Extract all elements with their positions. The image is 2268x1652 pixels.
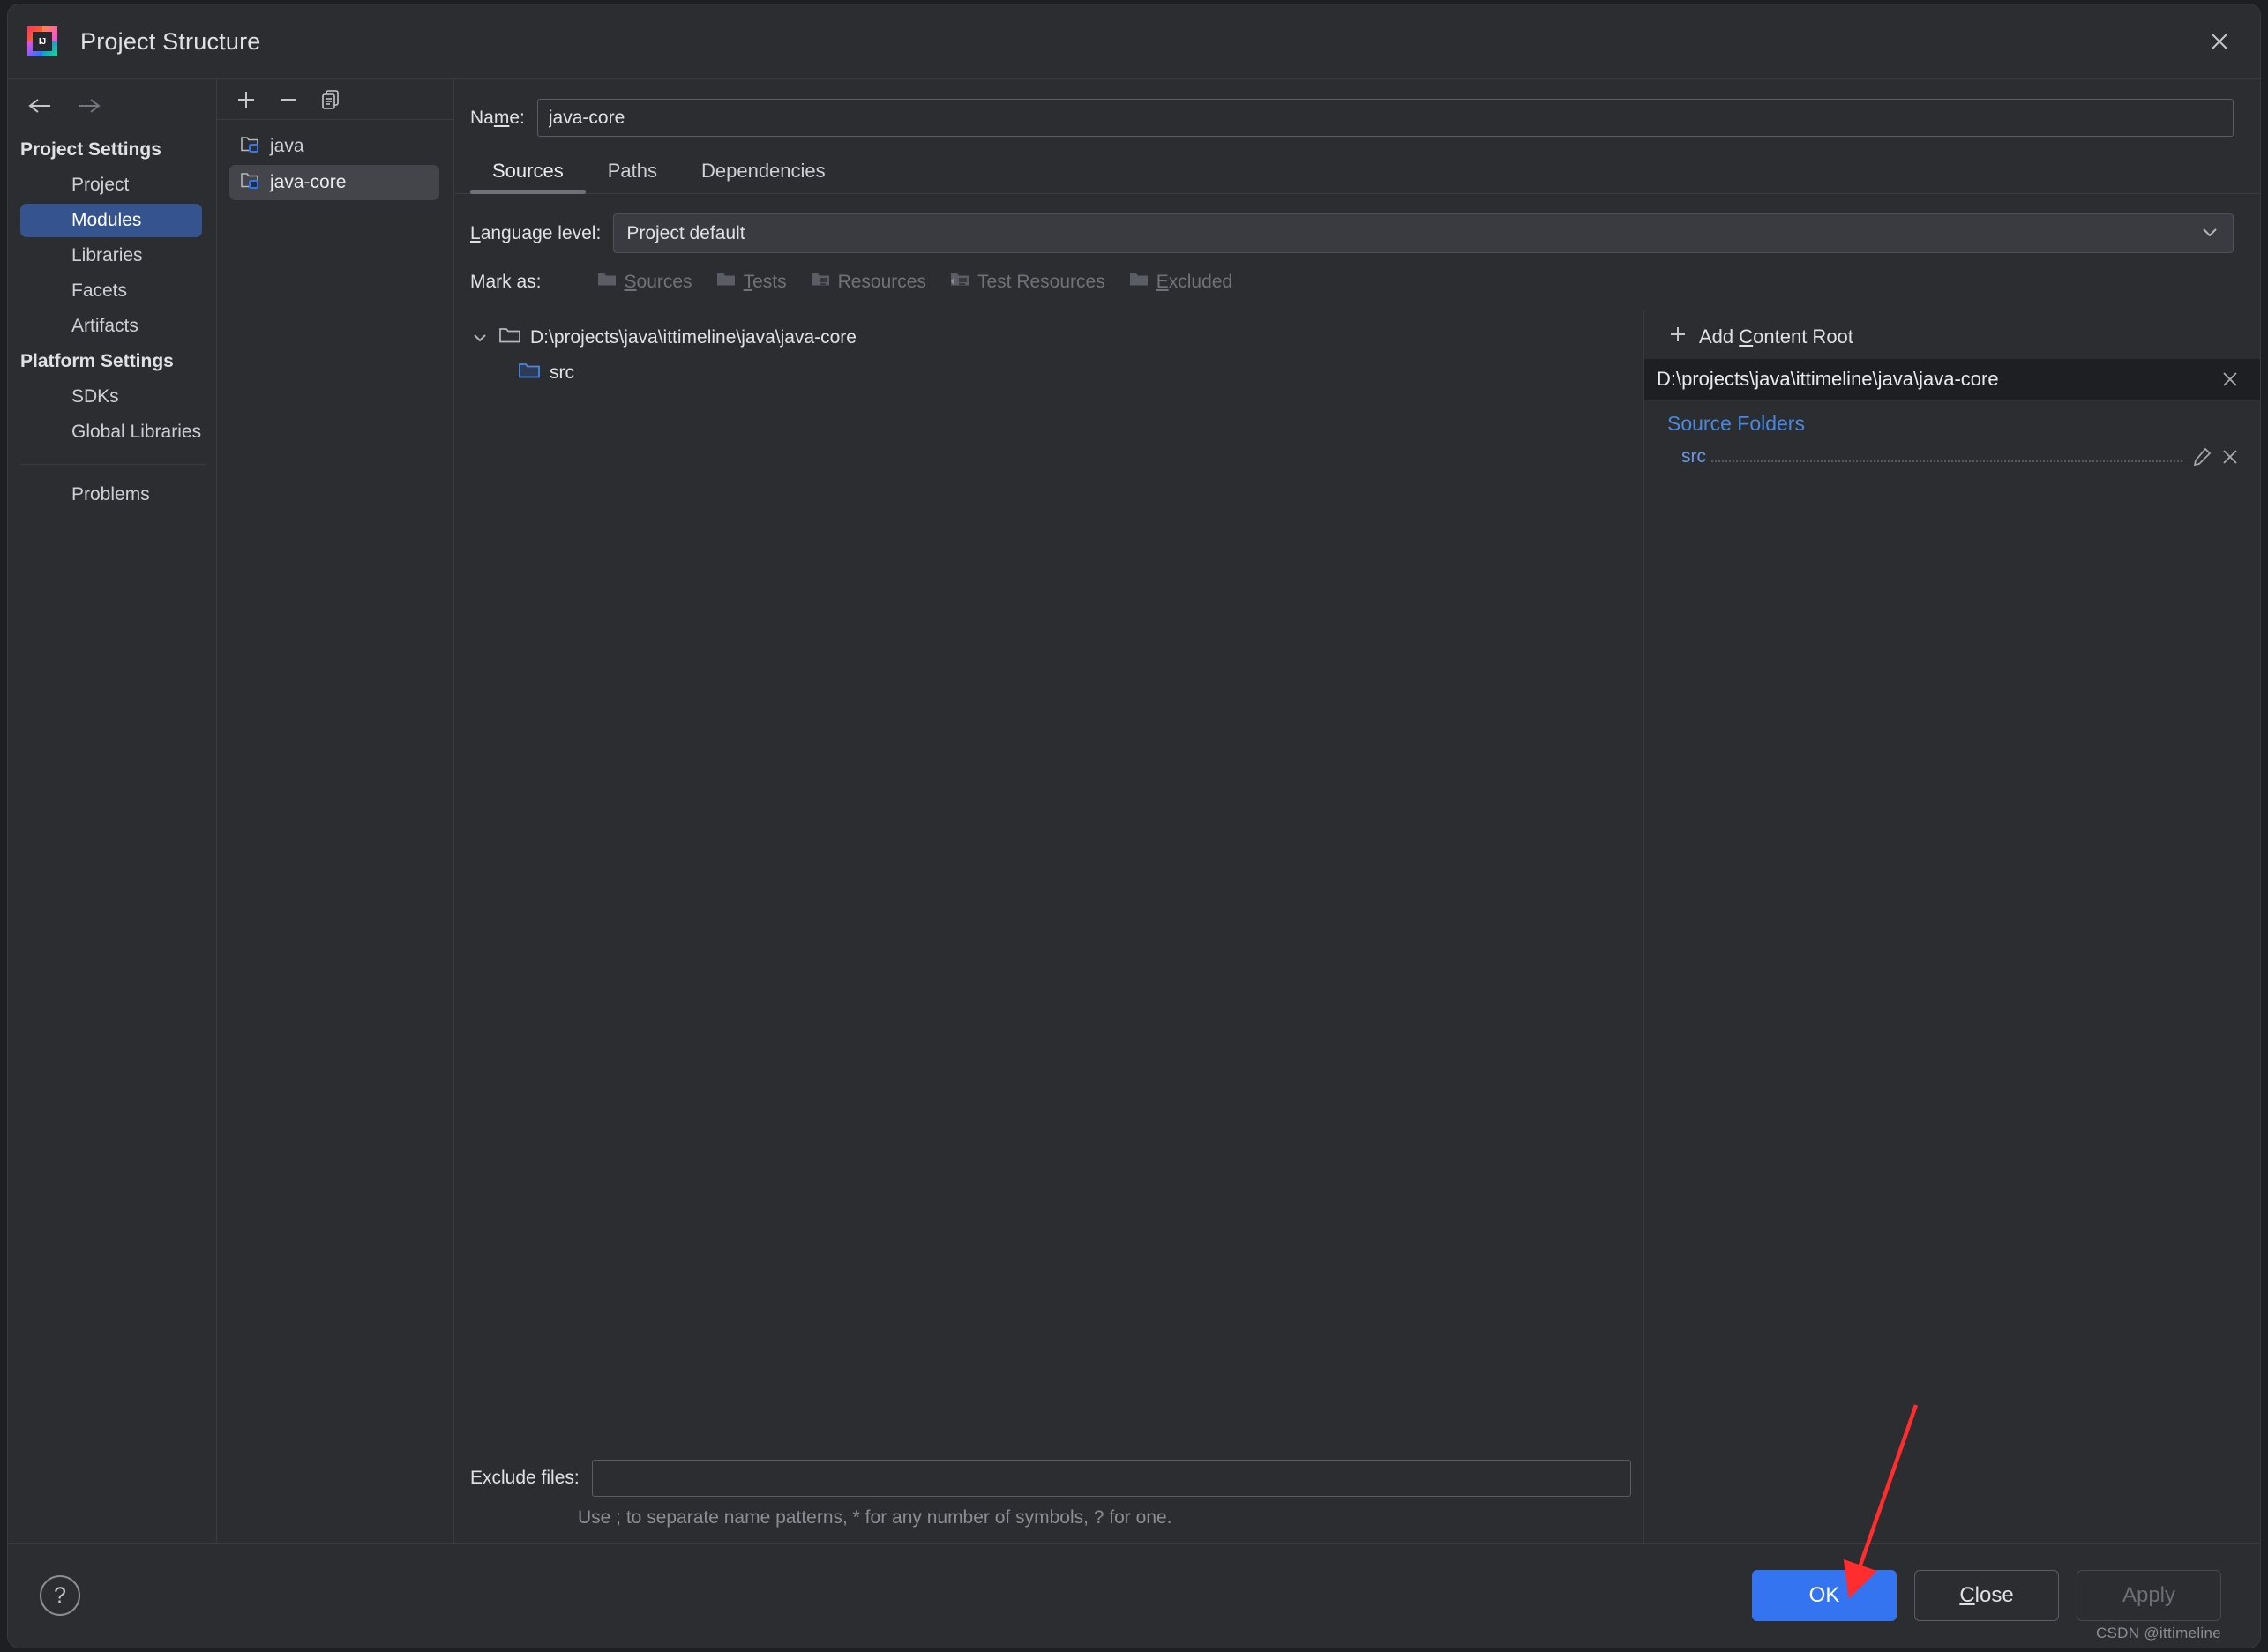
help-icon[interactable]: ? — [40, 1575, 80, 1616]
mark-as-resources-label: Resources — [837, 272, 926, 292]
arrow-left-icon[interactable] — [24, 90, 56, 122]
sidebar-item-facets[interactable]: Facets — [20, 274, 209, 308]
ok-button[interactable]: OK — [1752, 1570, 1897, 1621]
source-folder-entry: src — [1644, 439, 2260, 475]
tree-row[interactable]: src — [470, 355, 1643, 391]
sidebar-group-project-settings: Project Settings — [20, 139, 161, 160]
close-icon[interactable] — [2216, 443, 2244, 471]
chevron-down-icon[interactable] — [470, 332, 490, 344]
mark-as-excluded-label: Excluded — [1156, 272, 1233, 292]
footer-buttons: OK Close Apply — [1752, 1570, 2221, 1621]
mark-as-resources[interactable]: Resources — [810, 271, 926, 294]
tab-sources[interactable]: Sources — [470, 153, 586, 194]
language-level-label: Language level: — [470, 222, 602, 243]
folder-icon — [498, 325, 521, 350]
exclude-files-input[interactable] — [591, 1459, 1631, 1497]
mark-as-tests[interactable]: Tests — [715, 271, 787, 294]
plus-icon — [1667, 324, 1688, 350]
exclude-files-label: Exclude files: — [470, 1467, 580, 1488]
module-name-row: Name: — [454, 79, 2260, 137]
mark-as-excluded[interactable]: Excluded — [1128, 271, 1232, 294]
tree-row[interactable]: D:\projects\java\ittimeline\java\java-co… — [470, 320, 1643, 355]
mark-as-tests-label: Tests — [743, 272, 787, 292]
mark-as-label: Mark as: — [470, 272, 542, 292]
modules-toolbar — [217, 79, 453, 120]
content-root-header: D:\projects\java\ittimeline\java\java-co… — [1644, 359, 2260, 400]
source-folder-name: src — [1681, 446, 1706, 467]
language-level-value: Project default — [626, 222, 745, 243]
navigation-arrows — [8, 79, 216, 132]
exclude-files-row: Exclude files: — [470, 1459, 1643, 1497]
sidebar-item-sdks[interactable]: SDKs — [20, 380, 209, 414]
add-content-root-label: Add Content Root — [1699, 325, 1853, 348]
folder-excluded-icon — [1128, 271, 1149, 294]
close-button[interactable]: Close — [1914, 1570, 2059, 1621]
source-folder-name: src — [550, 363, 574, 383]
pencil-icon[interactable] — [2188, 443, 2216, 471]
exclude-files-hint: Use ; to separate name patterns, * for a… — [578, 1506, 1172, 1528]
dialog-title: Project Structure — [80, 27, 261, 55]
close-icon[interactable] — [2216, 365, 2244, 393]
tab-dependencies[interactable]: Dependencies — [679, 153, 848, 193]
module-editor: Name: Sources Paths Dependencies Languag… — [454, 79, 2260, 1543]
language-level-row: Language level: Project default — [454, 194, 2260, 253]
sidebar-item-problems[interactable]: Problems — [20, 478, 209, 512]
sidebar-item-artifacts[interactable]: Artifacts — [20, 310, 209, 343]
arrow-right-icon[interactable] — [73, 90, 105, 122]
mark-as-sources[interactable]: Sources — [596, 271, 692, 294]
content-roots-tree: D:\projects\java\ittimeline\java\java-co… — [454, 310, 1644, 1543]
source-folders-title: Source Folders — [1667, 412, 1805, 435]
mark-as-sources-label: Sources — [624, 272, 692, 292]
exclude-files-block: Exclude files: Use ; to separate name pa… — [470, 1459, 1643, 1543]
module-name-input[interactable] — [536, 99, 2234, 137]
folder-test-resources-icon — [949, 271, 970, 294]
chevron-down-icon — [2199, 223, 2220, 244]
folder-sources-icon — [596, 271, 618, 294]
minus-icon[interactable] — [273, 85, 303, 115]
modules-list: java java-core — [217, 120, 453, 201]
settings-sidebar: Project Settings Project Modules Librari… — [8, 79, 217, 1543]
sidebar-item-libraries[interactable]: Libraries — [20, 239, 209, 273]
add-content-root-button[interactable]: Add Content Root — [1644, 318, 2260, 359]
tab-paths[interactable]: Paths — [586, 153, 679, 193]
dotted-leader — [1711, 460, 2182, 462]
copy-icon[interactable] — [316, 85, 346, 115]
name-label: Name: — [470, 107, 525, 128]
sources-split: D:\projects\java\ittimeline\java\java-co… — [454, 310, 2260, 1543]
content-root-details: Add Content Root D:\projects\java\ittime… — [1644, 310, 2260, 1543]
apply-button: Apply — [2077, 1570, 2221, 1621]
module-label: java-core — [270, 172, 347, 192]
editor-tabs: Sources Paths Dependencies — [454, 153, 2260, 194]
content-root-path-label: D:\projects\java\ittimeline\java\java-co… — [1657, 368, 1999, 390]
content-root-path: D:\projects\java\ittimeline\java\java-co… — [530, 327, 857, 348]
list-item[interactable]: java-core — [229, 165, 439, 200]
plus-icon[interactable] — [231, 85, 261, 115]
folder-resources-icon — [810, 271, 831, 294]
sidebar-divider — [20, 464, 206, 465]
project-structure-dialog: IJ Project Structure Project Settings Pr… — [7, 4, 2261, 1648]
mark-as-row: Mark as: Sources Tests Resources Test Re… — [454, 253, 2260, 294]
folder-tests-icon — [715, 271, 737, 294]
dialog-body: Project Settings Project Modules Librari… — [8, 79, 2260, 1543]
dialog-footer: ? OK Close Apply CSDN @ittimeline — [8, 1543, 2260, 1648]
folder-source-icon — [518, 361, 541, 385]
list-item[interactable]: java — [229, 129, 439, 164]
watermark: CSDN @ittimeline — [2095, 1625, 2221, 1641]
module-label: java — [270, 136, 304, 156]
sidebar-group-platform-settings: Platform Settings — [20, 351, 174, 371]
module-icon — [240, 134, 261, 159]
sidebar-item-global-libraries[interactable]: Global Libraries — [20, 415, 209, 449]
module-icon — [240, 170, 261, 195]
sidebar-item-modules[interactable]: Modules — [20, 204, 202, 237]
title-bar: IJ Project Structure — [8, 4, 2260, 79]
mark-as-test-resources-label: Test Resources — [977, 272, 1105, 292]
modules-panel: java java-core — [217, 79, 454, 1543]
sidebar-item-project[interactable]: Project — [20, 168, 209, 202]
mark-as-test-resources[interactable]: Test Resources — [949, 271, 1105, 294]
close-icon[interactable] — [2202, 24, 2237, 59]
intellij-idea-icon: IJ — [27, 26, 57, 56]
language-level-select[interactable]: Project default — [613, 213, 2234, 253]
